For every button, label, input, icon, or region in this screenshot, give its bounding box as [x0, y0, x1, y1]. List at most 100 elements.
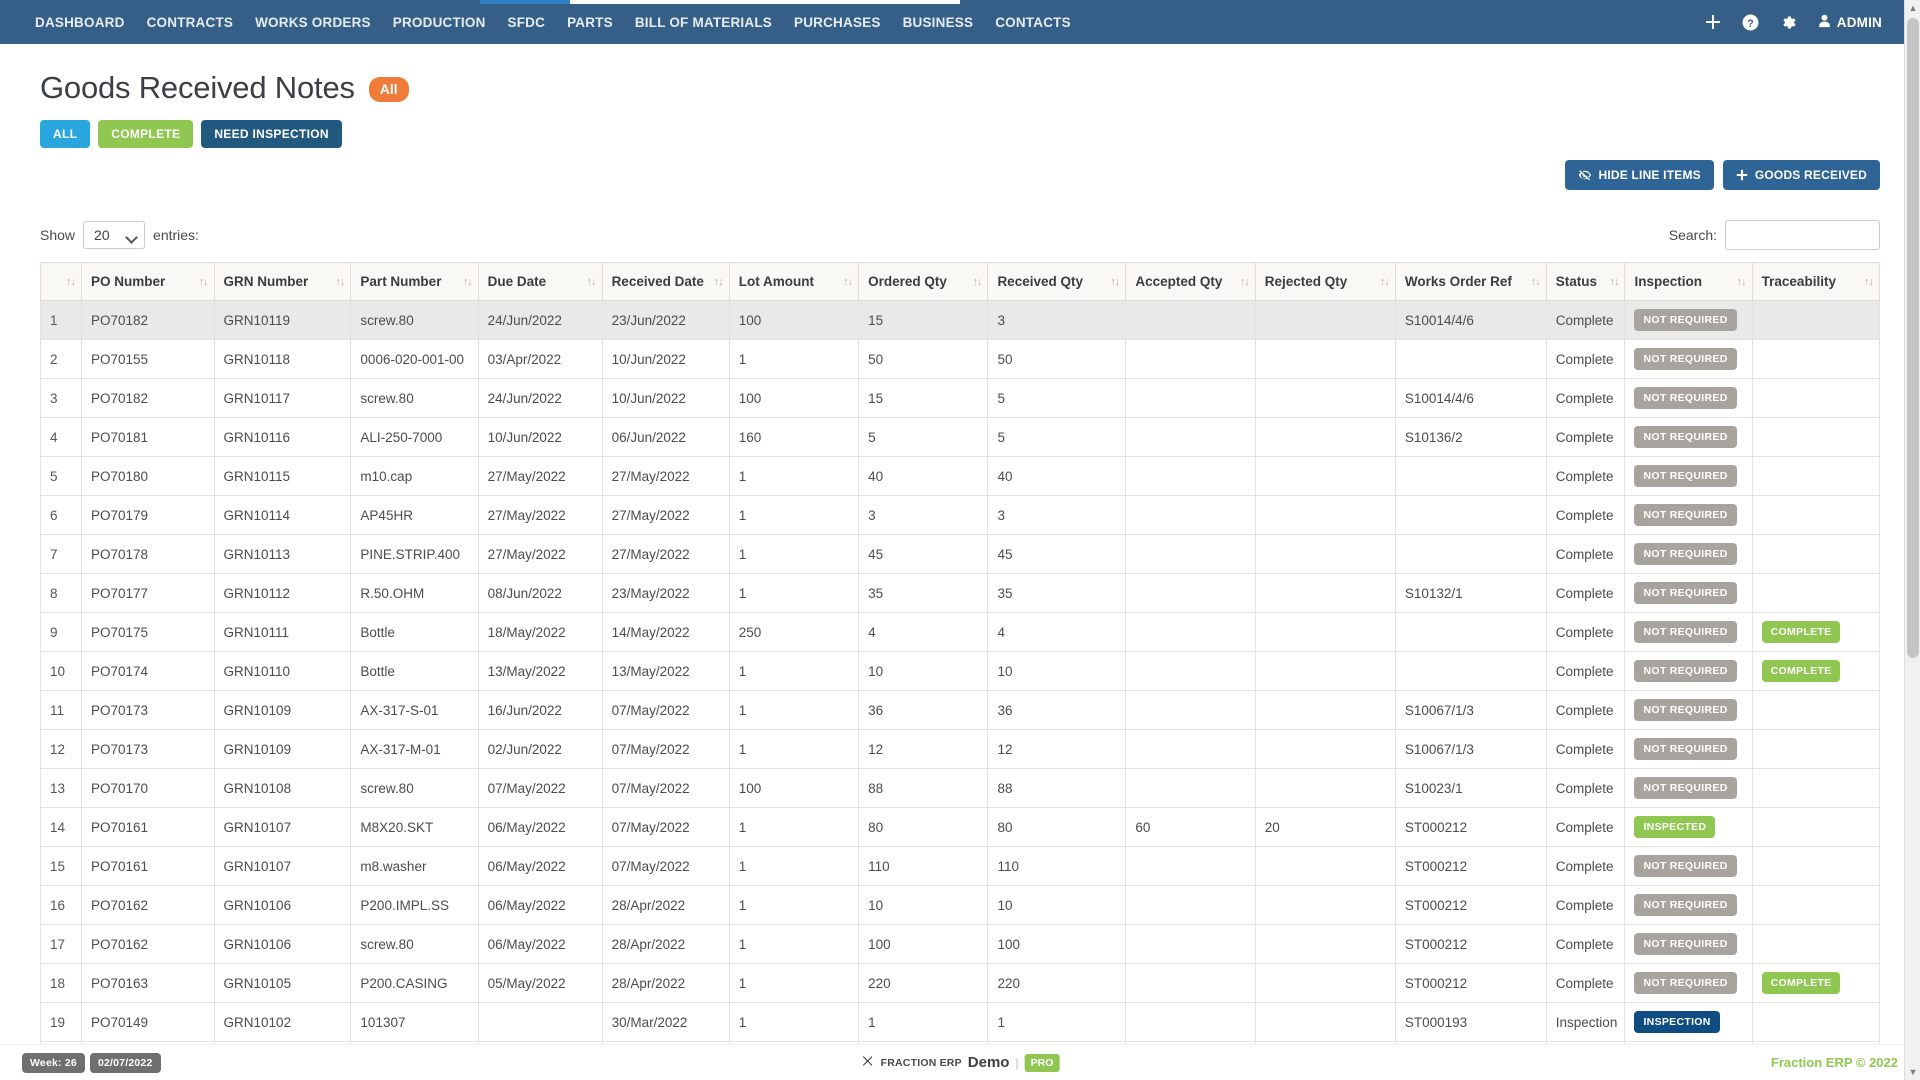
- page-size-select[interactable]: 102050100: [83, 221, 145, 249]
- column-header-grn-number[interactable]: GRN Number↑↓: [214, 263, 351, 301]
- inspection-status-badge[interactable]: NOT REQUIRED: [1634, 894, 1736, 916]
- table-row[interactable]: 12PO70173GRN10109AX-317-M-0102/Jun/20220…: [41, 730, 1880, 769]
- traceability-status-badge[interactable]: COMPLETE: [1762, 660, 1841, 682]
- traceability-status-badge[interactable]: COMPLETE: [1762, 972, 1841, 994]
- column-header-received-date[interactable]: Received Date↑↓: [602, 263, 729, 301]
- column-header-lot-amount[interactable]: Lot Amount↑↓: [729, 263, 858, 301]
- cell-accepted: [1126, 847, 1255, 886]
- hide-line-items-button[interactable]: HIDE LINE ITEMS: [1565, 160, 1714, 190]
- nav-production[interactable]: PRODUCTION: [382, 9, 497, 36]
- inspection-status-badge[interactable]: INSPECTION: [1634, 1011, 1719, 1033]
- inspection-status-badge[interactable]: NOT REQUIRED: [1634, 309, 1736, 331]
- traceability-status-badge[interactable]: COMPLETE: [1762, 621, 1841, 643]
- inspection-status-badge[interactable]: NOT REQUIRED: [1634, 777, 1736, 799]
- nav-dashboard[interactable]: DASHBOARD: [24, 9, 136, 36]
- inspection-status-badge[interactable]: NOT REQUIRED: [1634, 660, 1736, 682]
- scroll-down-arrow[interactable]: ▼: [1905, 1064, 1920, 1080]
- cell-idx: 1: [41, 301, 82, 340]
- inspection-status-badge[interactable]: NOT REQUIRED: [1634, 543, 1736, 565]
- column-header-index[interactable]: ↑↓: [41, 263, 82, 301]
- table-row[interactable]: 11PO70173GRN10109AX-317-S-0116/Jun/20220…: [41, 691, 1880, 730]
- table-row[interactable]: 9PO70175GRN10111Bottle18/May/202214/May/…: [41, 613, 1880, 652]
- nav-business[interactable]: BUSINESS: [892, 9, 985, 36]
- cell-idx: 7: [41, 535, 82, 574]
- cell-due: 13/May/2022: [478, 652, 602, 691]
- column-header-rejected-qty[interactable]: Rejected Qty↑↓: [1255, 263, 1395, 301]
- inspection-status-badge[interactable]: NOT REQUIRED: [1634, 465, 1736, 487]
- column-header-works-order-ref[interactable]: Works Order Ref↑↓: [1395, 263, 1546, 301]
- inspection-status-badge[interactable]: NOT REQUIRED: [1634, 582, 1736, 604]
- column-header-label: Rejected Qty: [1265, 274, 1348, 289]
- column-header-traceability[interactable]: Traceability↑↓: [1752, 263, 1879, 301]
- nav-parts[interactable]: PARTS: [556, 9, 624, 36]
- page-header: Goods Received Notes All: [40, 44, 1880, 106]
- gear-icon[interactable]: [1780, 13, 1798, 31]
- copyright-label: Fraction ERP © 2022: [1771, 1055, 1898, 1070]
- inspection-status-badge[interactable]: NOT REQUIRED: [1634, 972, 1736, 994]
- table-row[interactable]: 4PO70181GRN10116ALI-250-700010/Jun/20220…: [41, 418, 1880, 457]
- table-row[interactable]: 8PO70177GRN10112R.50.OHM08/Jun/202223/Ma…: [41, 574, 1880, 613]
- column-header-po-number[interactable]: PO Number↑↓: [81, 263, 214, 301]
- inspection-status-badge[interactable]: NOT REQUIRED: [1634, 738, 1736, 760]
- scroll-up-arrow[interactable]: ▲: [1905, 0, 1920, 16]
- goods-received-button[interactable]: GOODS RECEIVED: [1723, 160, 1880, 190]
- table-row[interactable]: 14PO70161GRN10107M8X20.SKT06/May/202207/…: [41, 808, 1880, 847]
- table-row[interactable]: 13PO70170GRN10108screw.8007/May/202207/M…: [41, 769, 1880, 808]
- inspection-status-badge[interactable]: NOT REQUIRED: [1634, 933, 1736, 955]
- plus-icon[interactable]: [1704, 13, 1722, 31]
- cell-rejected: [1255, 418, 1395, 457]
- nav-bill-of-materials[interactable]: BILL OF MATERIALS: [624, 9, 783, 36]
- table-row[interactable]: 1PO70182GRN10119screw.8024/Jun/202223/Ju…: [41, 301, 1880, 340]
- inspection-status-badge[interactable]: NOT REQUIRED: [1634, 699, 1736, 721]
- cell-status: Complete: [1546, 730, 1625, 769]
- table-row[interactable]: 15PO70161GRN10107m8.washer06/May/202207/…: [41, 847, 1880, 886]
- column-header-due-date[interactable]: Due Date↑↓: [478, 263, 602, 301]
- column-header-received-qty[interactable]: Received Qty↑↓: [988, 263, 1126, 301]
- table-row[interactable]: 2PO70155GRN101180006-020-001-0003/Apr/20…: [41, 340, 1880, 379]
- inspection-status-badge[interactable]: NOT REQUIRED: [1634, 855, 1736, 877]
- table-row[interactable]: 16PO70162GRN10106P200.IMPL.SS06/May/2022…: [41, 886, 1880, 925]
- inspection-status-badge[interactable]: NOT REQUIRED: [1634, 504, 1736, 526]
- search-input[interactable]: [1725, 220, 1880, 250]
- cell-po: PO70174: [81, 652, 214, 691]
- help-icon[interactable]: ?: [1742, 13, 1760, 31]
- user-menu[interactable]: ADMIN: [1818, 14, 1882, 31]
- inspection-status-badge[interactable]: NOT REQUIRED: [1634, 621, 1736, 643]
- table-row[interactable]: 17PO70162GRN10106screw.8006/May/202228/A…: [41, 925, 1880, 964]
- cell-grn: GRN10111: [214, 613, 351, 652]
- inspection-status-badge[interactable]: INSPECTED: [1634, 816, 1715, 838]
- cell-idx: 9: [41, 613, 82, 652]
- table-row[interactable]: 7PO70178GRN10113PINE.STRIP.40027/May/202…: [41, 535, 1880, 574]
- column-header-part-number[interactable]: Part Number↑↓: [351, 263, 478, 301]
- table-row[interactable]: 3PO70182GRN10117screw.8024/Jun/202210/Ju…: [41, 379, 1880, 418]
- filter-need-inspection-button[interactable]: NEED INSPECTION: [201, 120, 342, 148]
- brand-block: FRACTION ERP Demo | PRO: [861, 1054, 1060, 1072]
- table-row[interactable]: 18PO70163GRN10105P200.CASING05/May/20222…: [41, 964, 1880, 1003]
- inspection-status-badge[interactable]: NOT REQUIRED: [1634, 426, 1736, 448]
- nav-works-orders[interactable]: WORKS ORDERS: [244, 9, 382, 36]
- cell-accepted: [1126, 964, 1255, 1003]
- column-header-status[interactable]: Status↑↓: [1546, 263, 1625, 301]
- table-row[interactable]: 6PO70179GRN10114AP45HR27/May/202227/May/…: [41, 496, 1880, 535]
- filter-all-button[interactable]: ALL: [40, 120, 90, 148]
- scrollbar-thumb[interactable]: [1907, 18, 1919, 658]
- cell-wo: [1395, 535, 1546, 574]
- table-row[interactable]: 5PO70180GRN10115m10.cap27/May/202227/May…: [41, 457, 1880, 496]
- column-header-inspection[interactable]: Inspection↑↓: [1625, 263, 1752, 301]
- column-header-accepted-qty[interactable]: Accepted Qty↑↓: [1126, 263, 1255, 301]
- cell-po: PO70170: [81, 769, 214, 808]
- nav-contacts[interactable]: CONTACTS: [984, 9, 1082, 36]
- inspection-status-badge[interactable]: NOT REQUIRED: [1634, 387, 1736, 409]
- table-row[interactable]: 19PO70149GRN1010210130730/Mar/2022111ST0…: [41, 1003, 1880, 1042]
- column-header-ordered-qty[interactable]: Ordered Qty↑↓: [859, 263, 988, 301]
- table-row[interactable]: 10PO70174GRN10110Bottle13/May/202213/May…: [41, 652, 1880, 691]
- nav-contracts[interactable]: CONTRACTS: [136, 9, 245, 36]
- inspection-status-badge[interactable]: NOT REQUIRED: [1634, 348, 1736, 370]
- cell-lot: 100: [729, 769, 858, 808]
- cell-accepted: [1126, 1003, 1255, 1042]
- nav-purchases[interactable]: PURCHASES: [783, 9, 892, 36]
- filter-complete-button[interactable]: COMPLETE: [98, 120, 193, 148]
- page-scrollbar[interactable]: ▲ ▼: [1904, 0, 1920, 1080]
- nav-sfdc[interactable]: SFDC: [497, 9, 557, 36]
- cell-inspection: NOT REQUIRED: [1625, 964, 1752, 1003]
